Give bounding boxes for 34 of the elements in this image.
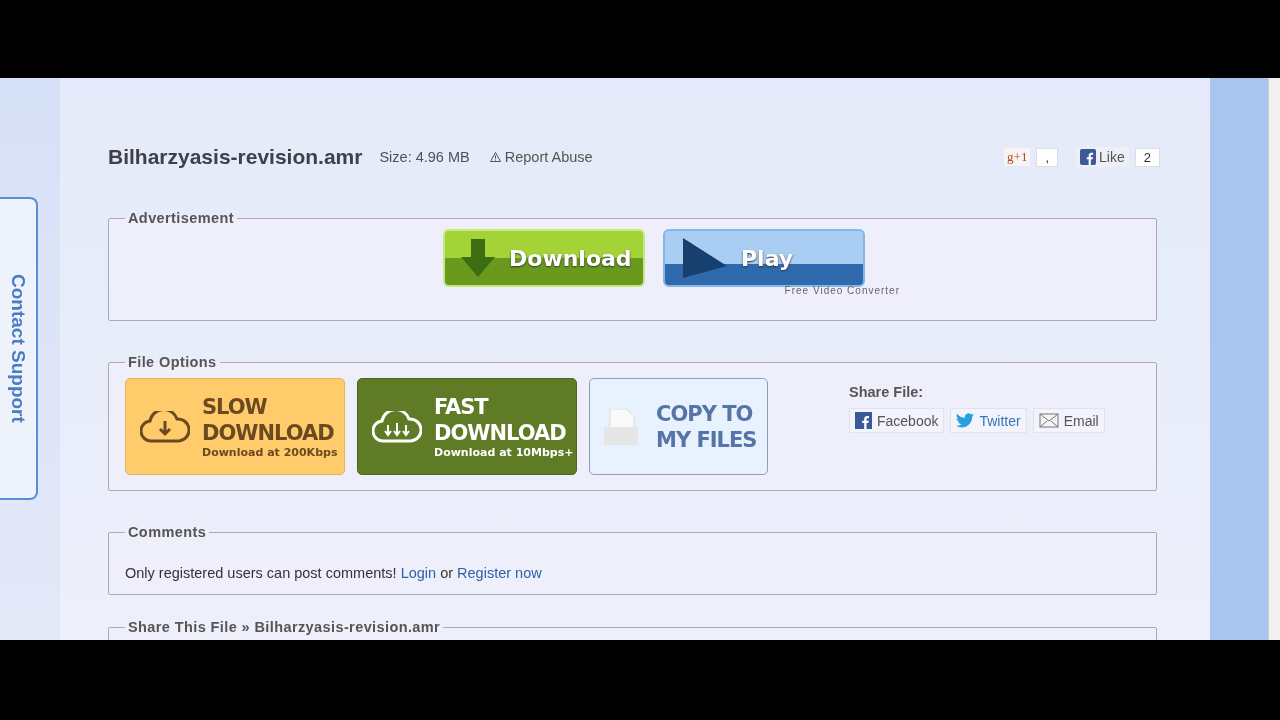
facebook-share-button[interactable]: Facebook xyxy=(849,408,945,433)
facebook-icon xyxy=(855,412,872,429)
email-share-button[interactable]: Email xyxy=(1032,408,1105,433)
file-name: Bilharzyasis-revision.amr xyxy=(108,145,363,169)
download-arrow-icon xyxy=(461,239,495,277)
play-icon xyxy=(681,238,727,278)
ad-caption: Free Video Converter xyxy=(784,285,900,296)
comments-notice: Only registered users can post comments! Login or Register now xyxy=(125,565,543,581)
report-abuse-link[interactable]: Report Abuse xyxy=(489,149,593,165)
section-title: File Options xyxy=(127,354,218,370)
file-size: Size: 4.96 MB xyxy=(379,149,470,165)
share-label: Share File: xyxy=(849,384,925,400)
section-title: Share This File » Bilharzyasis-revision.amr xyxy=(127,619,442,635)
cloud-download-icon xyxy=(140,410,190,443)
file-tray-icon xyxy=(604,408,638,445)
scrollbar[interactable] xyxy=(1268,78,1280,640)
twitter-share-button[interactable]: Twitter xyxy=(950,408,1027,433)
login-link[interactable]: Login xyxy=(400,565,437,581)
download-ad-button[interactable]: Download xyxy=(443,229,645,287)
google-plus-button[interactable]: g+1 xyxy=(1004,148,1031,166)
like-count: 2 xyxy=(1134,147,1160,167)
register-link[interactable]: Register now xyxy=(457,565,542,581)
fast-download-button[interactable]: FAST DOWNLOAD Download at 10Mbps+ xyxy=(357,378,577,475)
cloud-download-icon xyxy=(372,410,422,443)
section-title: Advertisement xyxy=(127,210,235,226)
envelope-icon xyxy=(1038,413,1059,428)
slow-download-button[interactable]: SLOW DOWNLOAD Download at 200Kbps xyxy=(125,378,345,475)
copy-to-files-button[interactable]: COPY TO MY FILES xyxy=(589,378,768,475)
like-button[interactable]: Like xyxy=(1076,147,1129,167)
warning-icon xyxy=(489,152,501,162)
share-count: , xyxy=(1036,147,1059,167)
bird-icon xyxy=(956,413,975,428)
section-title: Comments xyxy=(127,524,208,540)
facebook-icon xyxy=(1080,149,1097,165)
